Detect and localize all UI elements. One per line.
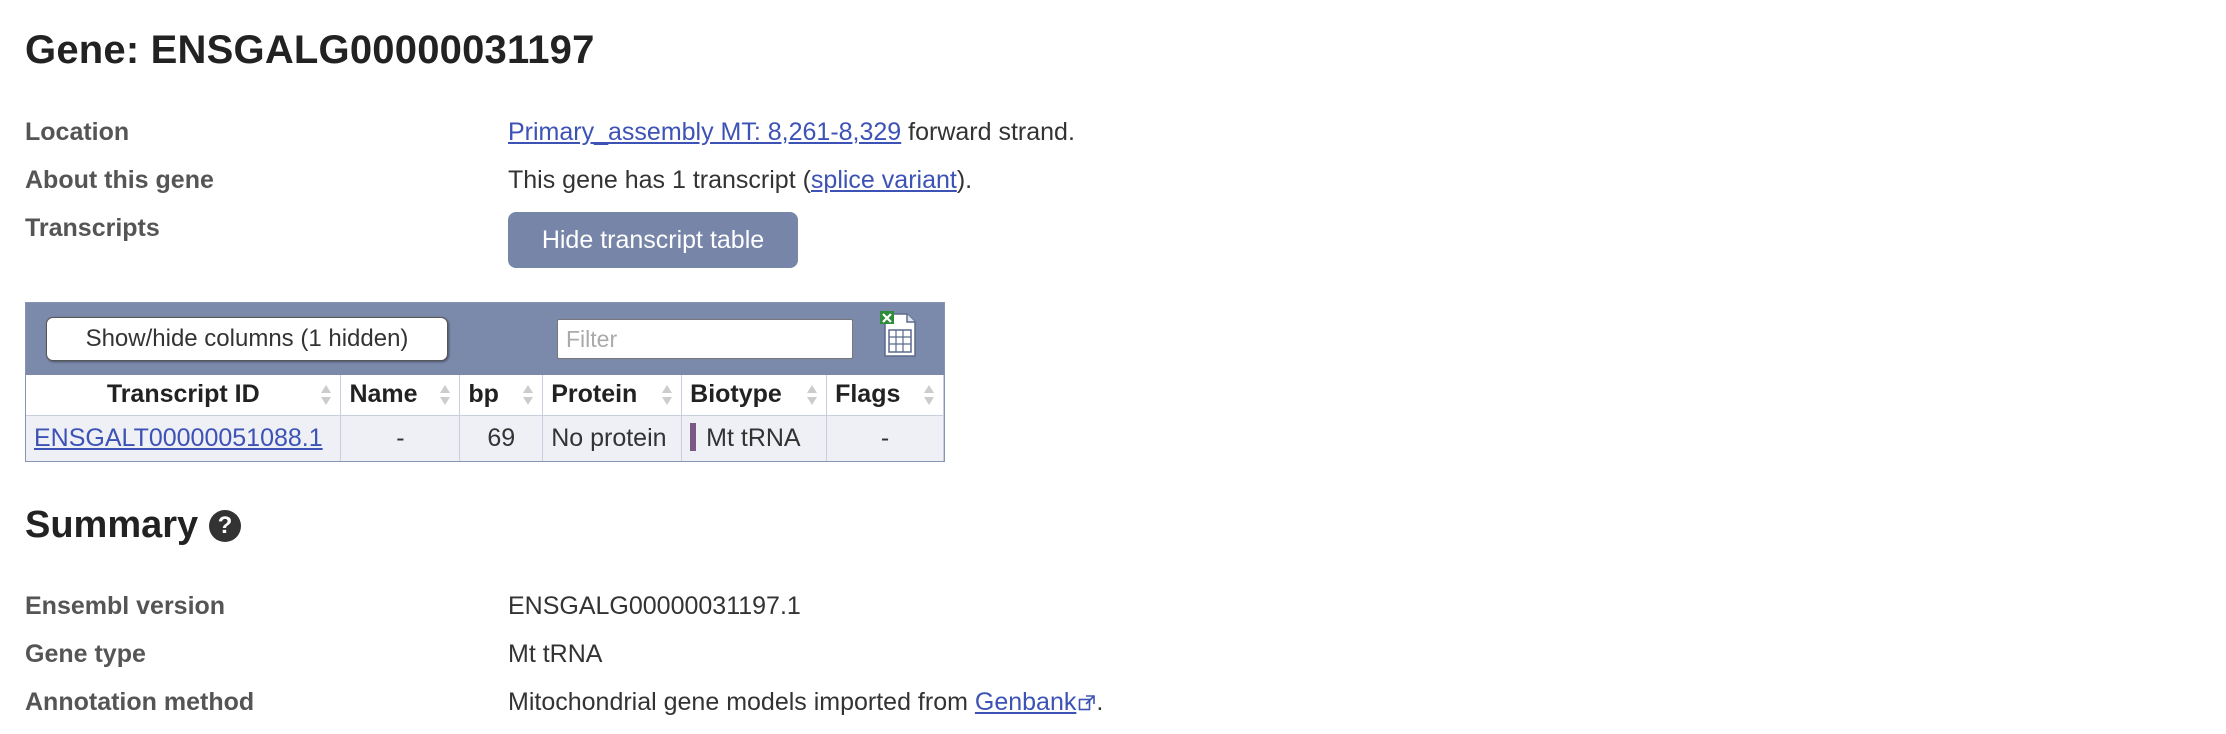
protein-cell: No protein xyxy=(542,415,683,461)
transcript-table-panel: Show/hide columns (1 hidden) Transcript … xyxy=(25,302,945,462)
biotype-color-swatch xyxy=(690,423,697,452)
annotation-method-label: Annotation method xyxy=(25,688,255,716)
transcript-id-link[interactable]: ENSGALT00000051088.1 xyxy=(34,424,323,452)
table-toolbar: Show/hide columns (1 hidden) xyxy=(26,303,944,375)
about-label: About this gene xyxy=(25,166,214,194)
about-value: This gene has 1 transcript (splice varia… xyxy=(508,166,972,195)
table-header-row: Transcript ID Name bp Protein Biotype Fl… xyxy=(26,375,944,416)
sort-arrows-icon xyxy=(807,385,818,405)
column-header-bp[interactable]: bp xyxy=(459,375,544,416)
location-label: Location xyxy=(25,118,130,146)
genbank-link[interactable]: Genbank xyxy=(975,688,1076,716)
annotation-suffix: . xyxy=(1096,688,1104,716)
column-header-label: Protein xyxy=(551,380,638,409)
column-header-transcript-id[interactable]: Transcript ID xyxy=(26,375,342,416)
show-hide-columns-button[interactable]: Show/hide columns (1 hidden) xyxy=(46,317,448,361)
external-link-icon xyxy=(1079,695,1096,711)
annotation-prefix: Mitochondrial gene models imported from xyxy=(508,688,975,716)
column-header-label: Name xyxy=(349,380,418,409)
page-title: Gene: ENSGALG00000031197 xyxy=(25,28,595,72)
sort-arrows-icon xyxy=(924,385,934,405)
biotype-label: Mt tRNA xyxy=(706,423,801,452)
ensembl-version-value: ENSGALG00000031197.1 xyxy=(508,592,801,620)
about-suffix: ). xyxy=(956,166,973,194)
name-cell: - xyxy=(340,415,461,461)
table-row: ENSGALT00000051088.1 - 69 No protein Mt … xyxy=(26,415,944,461)
sort-arrows-icon xyxy=(440,385,451,405)
gene-type-value: Mt tRNA xyxy=(508,640,603,668)
transcript-id-cell: ENSGALT00000051088.1 xyxy=(26,415,342,461)
column-header-flags[interactable]: Flags xyxy=(826,375,944,416)
filter-input[interactable] xyxy=(557,319,853,359)
column-header-label: Flags xyxy=(835,380,901,409)
ensembl-version-label: Ensembl version xyxy=(25,592,226,620)
sort-arrows-icon xyxy=(662,385,673,405)
column-header-protein[interactable]: Protein xyxy=(542,375,683,416)
splice-variant-link[interactable]: splice variant xyxy=(811,166,957,194)
about-prefix: This gene has 1 transcript ( xyxy=(508,166,811,194)
gene-page: Gene: ENSGALG00000031197 Location Primar… xyxy=(0,0,2226,734)
flags-cell: - xyxy=(826,415,944,461)
help-icon[interactable]: ? xyxy=(209,510,241,542)
location-suffix: forward strand. xyxy=(901,118,1075,146)
biotype-cell: Mt tRNA xyxy=(681,415,828,461)
column-header-label: Biotype xyxy=(690,380,782,409)
transcript-table: Transcript ID Name bp Protein Biotype Fl… xyxy=(26,375,944,461)
hide-transcript-table-button[interactable]: Hide transcript table xyxy=(508,212,798,268)
spreadsheet-export-icon[interactable] xyxy=(879,310,919,358)
annotation-method-value: Mitochondrial gene models imported from … xyxy=(508,688,1103,717)
column-header-biotype[interactable]: Biotype xyxy=(681,375,828,416)
gene-type-label: Gene type xyxy=(25,640,146,668)
column-header-label: bp xyxy=(468,380,499,409)
location-value: Primary_assembly MT: 8,261-8,329 forward… xyxy=(508,118,1075,147)
sort-arrows-icon xyxy=(523,385,534,405)
location-link[interactable]: Primary_assembly MT: 8,261-8,329 xyxy=(508,118,901,146)
bp-cell: 69 xyxy=(459,415,544,461)
sort-arrows-icon xyxy=(321,385,332,405)
summary-heading: Summary xyxy=(25,504,199,546)
transcripts-label: Transcripts xyxy=(25,214,160,242)
column-header-name[interactable]: Name xyxy=(340,375,461,416)
column-header-label: Transcript ID xyxy=(106,380,260,409)
